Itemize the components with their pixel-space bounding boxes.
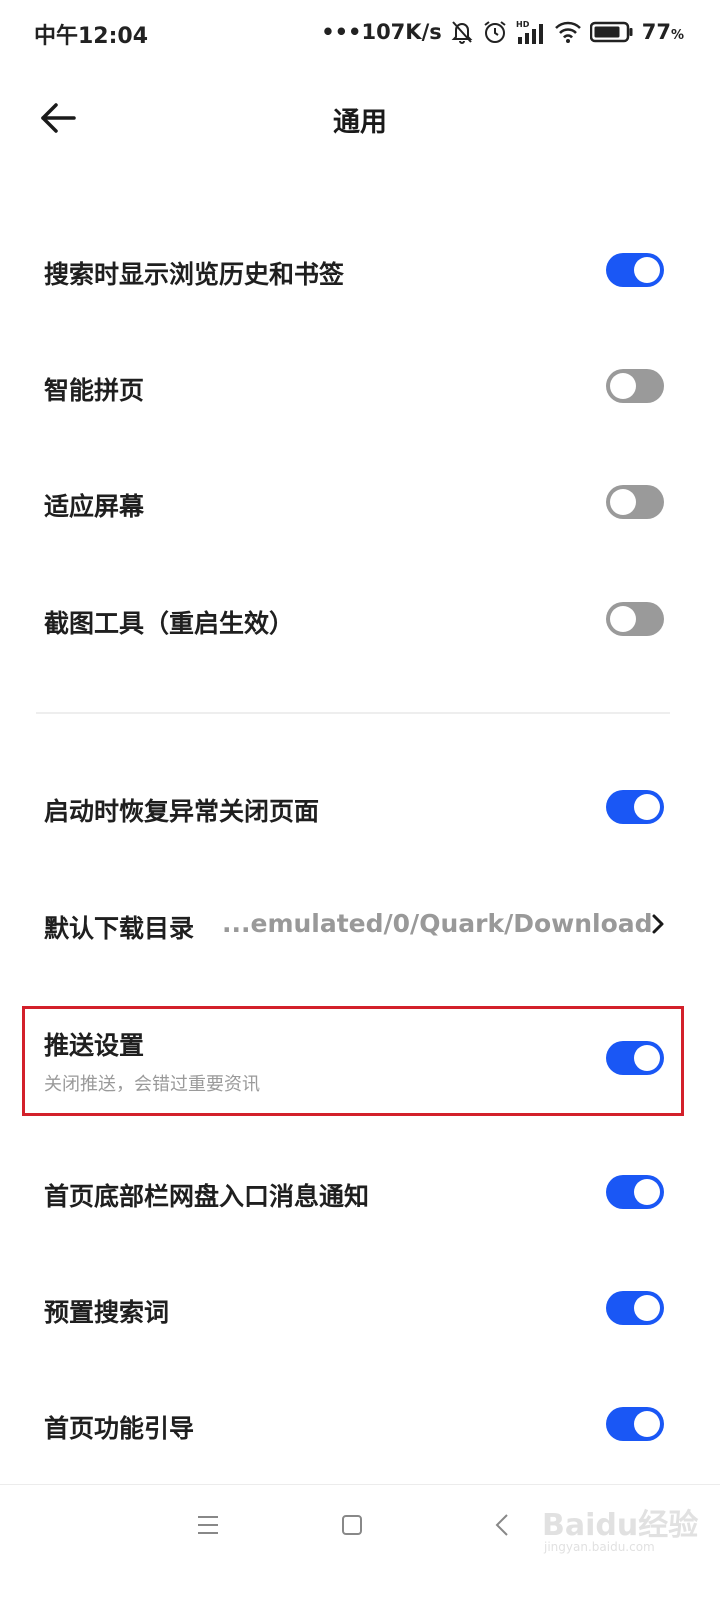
toggle-knob — [634, 1411, 660, 1437]
settings-screen: 中午12:04 •••107K/s HD 77% 通用 搜索时显示浏览历史和书签… — [0, 0, 720, 1600]
nav-back-button[interactable] — [472, 1505, 532, 1545]
restore-pages-toggle[interactable] — [606, 790, 664, 824]
setting-label: 默认下载目录 — [44, 914, 195, 943]
section-divider — [36, 712, 670, 714]
toggle-knob — [634, 1295, 660, 1321]
setting-row-search-history[interactable]: 搜索时显示浏览历史和书签 — [0, 215, 720, 325]
setting-row-restore-pages[interactable]: 启动时恢复异常关闭页面 — [0, 752, 720, 862]
back-chevron-icon — [495, 1514, 508, 1536]
setting-row-feature-guide[interactable]: 首页功能引导 — [0, 1369, 720, 1479]
alarm-icon — [482, 19, 508, 45]
watermark-text: Baidu经验 — [542, 1508, 699, 1543]
setting-label: 推送设置 — [44, 1031, 145, 1060]
battery-percent: 77% — [641, 20, 684, 44]
home-square-icon — [342, 1515, 362, 1535]
setting-row-download-dir[interactable]: 默认下载目录 ...emulated/0/Quark/Download — [0, 869, 720, 979]
baidu-watermark: Baidu经验 jingyan.baidu.com — [538, 1490, 708, 1560]
home-button[interactable] — [322, 1505, 382, 1545]
setting-row-smart-page[interactable]: 智能拼页 — [0, 331, 720, 441]
menu-icon — [198, 1516, 218, 1534]
status-indicators: •••107K/s HD 77% — [321, 16, 684, 48]
setting-row-fit-screen[interactable]: 适应屏幕 — [0, 447, 720, 557]
page-header: 通用 — [0, 82, 720, 154]
setting-label: 启动时恢复异常关闭页面 — [44, 797, 320, 826]
setting-row-preset-words[interactable]: 预置搜索词 — [0, 1253, 720, 1363]
network-speed: •••107K/s — [321, 20, 442, 44]
status-bar: 中午12:04 •••107K/s HD 77% — [0, 0, 720, 64]
watermark-url: jingyan.baidu.com — [544, 1540, 655, 1554]
setting-label: 首页底部栏网盘入口消息通知 — [44, 1182, 370, 1211]
status-time: 中午12:04 — [34, 24, 149, 49]
toggle-knob — [610, 606, 636, 632]
smart-page-toggle[interactable] — [606, 369, 664, 403]
setting-row-netdisk-notify[interactable]: 首页底部栏网盘入口消息通知 — [0, 1137, 720, 1247]
preset-words-toggle[interactable] — [606, 1291, 664, 1325]
battery-icon — [589, 21, 634, 43]
chevron-right-icon — [648, 909, 668, 939]
wifi-icon — [554, 20, 582, 44]
setting-label: 搜索时显示浏览历史和书签 — [44, 260, 345, 289]
setting-label: 智能拼页 — [44, 376, 145, 405]
setting-label: 适应屏幕 — [44, 492, 145, 521]
search-history-toggle[interactable] — [606, 253, 664, 287]
feature-guide-toggle[interactable] — [606, 1407, 664, 1441]
fit-screen-toggle[interactable] — [606, 485, 664, 519]
toggle-knob — [610, 489, 636, 515]
bell-muted-icon — [450, 19, 474, 45]
push-toggle[interactable] — [606, 1041, 664, 1075]
hd-signal-icon: HD — [516, 19, 546, 45]
setting-label: 预置搜索词 — [44, 1298, 170, 1327]
toggle-knob — [634, 257, 660, 283]
setting-row-push[interactable]: 推送设置 关闭推送，会错过重要资讯 — [0, 1006, 720, 1116]
toggle-knob — [634, 794, 660, 820]
setting-sublabel: 关闭推送，会错过重要资讯 — [44, 1074, 260, 1095]
screenshot-tool-toggle[interactable] — [606, 602, 664, 636]
setting-label: 首页功能引导 — [44, 1414, 195, 1443]
page-title: 通用 — [333, 107, 387, 138]
setting-label: 截图工具（重启生效） — [44, 609, 295, 638]
menu-button[interactable] — [178, 1505, 238, 1545]
download-dir-value: ...emulated/0/Quark/Download — [222, 909, 653, 938]
toggle-knob — [610, 373, 636, 399]
setting-row-screenshot-tool[interactable]: 截图工具（重启生效） — [0, 564, 720, 674]
svg-text:HD: HD — [516, 20, 530, 29]
toggle-knob — [634, 1179, 660, 1205]
toggle-knob — [634, 1045, 660, 1071]
netdisk-notify-toggle[interactable] — [606, 1175, 664, 1209]
